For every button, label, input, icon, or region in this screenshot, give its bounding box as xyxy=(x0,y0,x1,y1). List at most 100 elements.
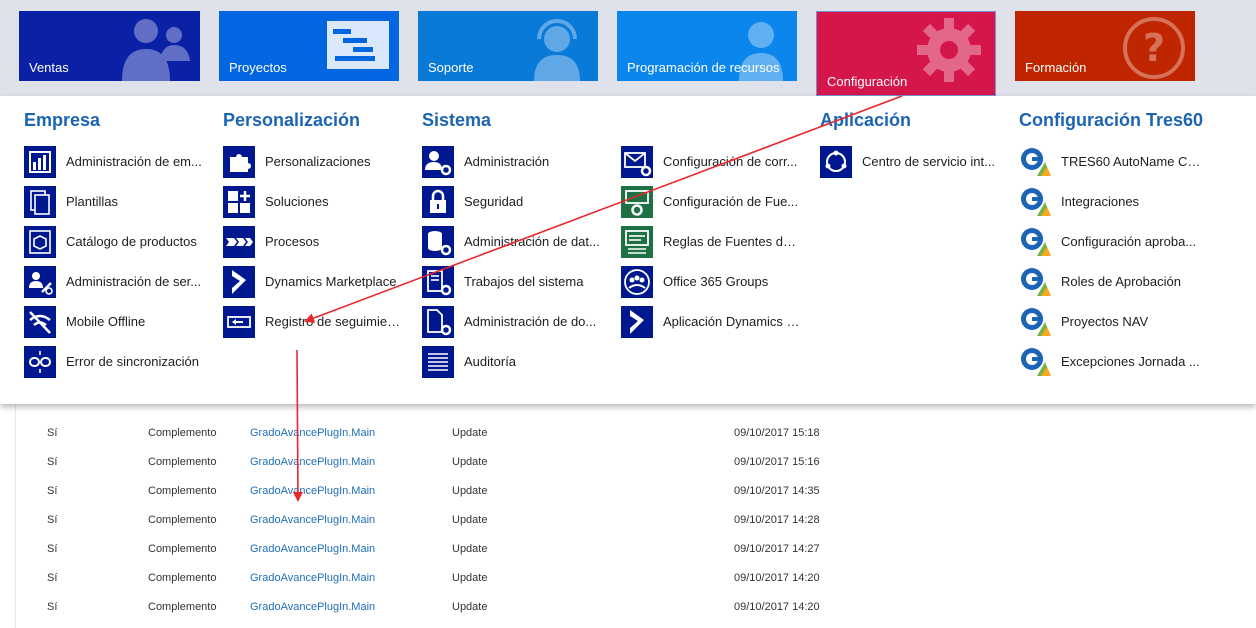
cell-link[interactable]: GradoAvancePlugIn.Main xyxy=(250,514,375,526)
cell-link[interactable]: GradoAvancePlugIn.Main xyxy=(250,601,375,613)
admin-user-gear-icon xyxy=(422,146,454,178)
group-empresa: Empresa Administración de em... Plantill… xyxy=(24,110,214,378)
menu-item-administracion[interactable]: Administración xyxy=(422,146,612,186)
group-configuracion-tres60: Configuración Tres60 TRES60 AutoName Co.… xyxy=(1019,110,1209,376)
menu-item-excepciones-jornada[interactable]: Excepciones Jornada ... xyxy=(1019,346,1209,386)
tres60-logo-icon xyxy=(1019,226,1051,258)
menu-item-personalizaciones[interactable]: Personalizaciones xyxy=(223,146,413,186)
menu-item-integraciones[interactable]: Integraciones xyxy=(1019,186,1209,226)
cell-value: Update xyxy=(452,514,488,526)
menu-item-label: TRES60 AutoName Co... xyxy=(1061,154,1201,169)
menu-item-label: Administración de em... xyxy=(66,154,202,169)
plugin-trace-log-icon xyxy=(223,306,255,338)
tres60-logo-icon xyxy=(1019,146,1051,178)
menu-item-reglas-fuentes[interactable]: Reglas de Fuentes de ... xyxy=(621,226,811,266)
menu-item-soluciones[interactable]: Soluciones xyxy=(223,186,413,226)
audit-list-icon xyxy=(422,346,454,378)
cell-value: Sí xyxy=(47,427,58,439)
menu-item-label: Centro de servicio int... xyxy=(862,154,995,169)
menu-item-office-365-groups[interactable]: Office 365 Groups xyxy=(621,266,811,306)
menu-item-auditoria[interactable]: Auditoría xyxy=(422,346,612,386)
menu-item-dynamics-marketplace[interactable]: Dynamics Marketplace xyxy=(223,266,413,306)
nav-tile-programacion-recursos[interactable]: Programación de recursos xyxy=(617,11,797,81)
menu-item-label: Soluciones xyxy=(265,194,329,209)
cell-link[interactable]: GradoAvancePlugIn.Main xyxy=(250,456,375,468)
table-row[interactable]: Sí Complemento GradoAvancePlugIn.Main Up… xyxy=(16,452,1256,481)
cell-link[interactable]: GradoAvancePlugIn.Main xyxy=(250,485,375,497)
nav-tile-ventas[interactable]: Ventas xyxy=(19,11,200,81)
menu-item-administracion-datos[interactable]: Administración de dat... xyxy=(422,226,612,266)
menu-item-administracion-documentos[interactable]: Administración de do... xyxy=(422,306,612,346)
menu-item-seguridad[interactable]: Seguridad xyxy=(422,186,612,226)
menu-item-roles-aprobacion[interactable]: Roles de Aprobación xyxy=(1019,266,1209,306)
office-groups-icon xyxy=(621,266,653,298)
nav-tile-label: Programación de recursos xyxy=(627,60,780,75)
group-title: Empresa xyxy=(24,110,101,130)
group-title: Configuración Tres60 xyxy=(1019,110,1204,130)
menu-item-configuracion-fuentes[interactable]: Configuración de Fue... xyxy=(621,186,811,226)
cell-value: 09/10/2017 14:28 xyxy=(734,514,820,526)
menu-item-administracion-empresa[interactable]: Administración de em... xyxy=(24,146,214,186)
lock-icon xyxy=(422,186,454,218)
menu-item-plantillas[interactable]: Plantillas xyxy=(24,186,214,226)
cell-value: 09/10/2017 15:18 xyxy=(734,427,820,439)
menu-item-configuracion-aprobacion[interactable]: Configuración aproba... xyxy=(1019,226,1209,266)
menu-item-catalogo-productos[interactable]: Catálogo de productos xyxy=(24,226,214,266)
group-title xyxy=(621,110,811,134)
menu-item-label: Configuración aproba... xyxy=(1061,234,1197,249)
dynamics-logo-icon xyxy=(223,266,255,298)
cell-value: Sí xyxy=(47,601,58,613)
sync-error-link-icon xyxy=(24,346,56,378)
cell-value: Update xyxy=(452,427,488,439)
process-flow-icon xyxy=(223,226,255,258)
menu-item-label: Auditoría xyxy=(464,354,517,369)
menu-item-procesos[interactable]: Procesos xyxy=(223,226,413,266)
group-title: Aplicación xyxy=(820,110,912,130)
menu-item-configuracion-correo[interactable]: Configuración de corr... xyxy=(621,146,811,186)
cell-value: Sí xyxy=(47,543,58,555)
menu-item-error-sincronizacion[interactable]: Error de sincronización xyxy=(24,346,214,386)
cell-value: Update xyxy=(452,572,488,584)
menu-item-label: Procesos xyxy=(265,234,320,249)
cell-link[interactable]: GradoAvancePlugIn.Main xyxy=(250,427,375,439)
service-management-icon xyxy=(24,266,56,298)
database-gear-icon xyxy=(422,226,454,258)
nav-tile-label: Configuración xyxy=(827,74,908,89)
table-row[interactable]: Sí Complemento GradoAvancePlugIn.Main Up… xyxy=(16,539,1256,568)
tres60-logo-icon xyxy=(1019,346,1051,378)
table-row[interactable]: Sí Complemento GradoAvancePlugIn.Main Up… xyxy=(16,510,1256,539)
table-row[interactable]: Sí Complemento GradoAvancePlugIn.Main Up… xyxy=(16,481,1256,510)
system-jobs-icon xyxy=(422,266,454,298)
menu-item-tres60-autoname[interactable]: TRES60 AutoName Co... xyxy=(1019,146,1209,186)
menu-item-label: Trabajos del sistema xyxy=(464,274,584,289)
nav-tile-configuracion[interactable]: Configuración xyxy=(816,11,996,96)
cell-value: Update xyxy=(452,456,488,468)
cell-value: Sí xyxy=(47,514,58,526)
menu-item-proyectos-nav[interactable]: Proyectos NAV xyxy=(1019,306,1209,346)
interactive-service-hub-icon xyxy=(820,146,852,178)
menu-item-trabajos-sistema[interactable]: Trabajos del sistema xyxy=(422,266,612,306)
menu-item-label: Administración de ser... xyxy=(66,274,202,289)
table-row[interactable]: Sí Complemento GradoAvancePlugIn.Main Up… xyxy=(16,597,1256,626)
menu-item-label: Administración xyxy=(464,154,550,169)
business-management-icon xyxy=(24,146,56,178)
menu-item-aplicacion-dynamics[interactable]: Aplicación Dynamics 3... xyxy=(621,306,811,346)
document-gear-icon xyxy=(422,306,454,338)
cell-value: 09/10/2017 14:20 xyxy=(734,601,820,613)
cell-value: Complemento xyxy=(148,456,217,468)
nav-tile-proyectos[interactable]: Proyectos xyxy=(219,11,399,81)
menu-item-administracion-servicios[interactable]: Administración de ser... xyxy=(24,266,214,306)
group-sistema-continued: Configuración de corr... Configuración d… xyxy=(621,110,811,338)
menu-item-centro-servicio[interactable]: Centro de servicio int... xyxy=(820,146,1010,186)
table-row[interactable]: Sí Complemento GradoAvancePlugIn.Main Up… xyxy=(16,423,1256,452)
nav-tile-formacion[interactable]: ? Formación xyxy=(1015,11,1195,81)
group-aplicacion: Aplicación Centro de servicio int... xyxy=(820,110,1010,178)
nav-tile-soporte[interactable]: Soporte xyxy=(418,11,598,81)
cell-link[interactable]: GradoAvancePlugIn.Main xyxy=(250,543,375,555)
cell-link[interactable]: GradoAvancePlugIn.Main xyxy=(250,572,375,584)
tres60-logo-icon xyxy=(1019,186,1051,218)
table-row[interactable]: Sí Complemento GradoAvancePlugIn.Main Up… xyxy=(16,568,1256,597)
group-personalizacion: Personalización Personalizaciones Soluci… xyxy=(223,110,413,338)
menu-item-registro-seguimiento[interactable]: Registro de seguimien... xyxy=(223,306,413,346)
menu-item-mobile-offline[interactable]: Mobile Offline xyxy=(24,306,214,346)
